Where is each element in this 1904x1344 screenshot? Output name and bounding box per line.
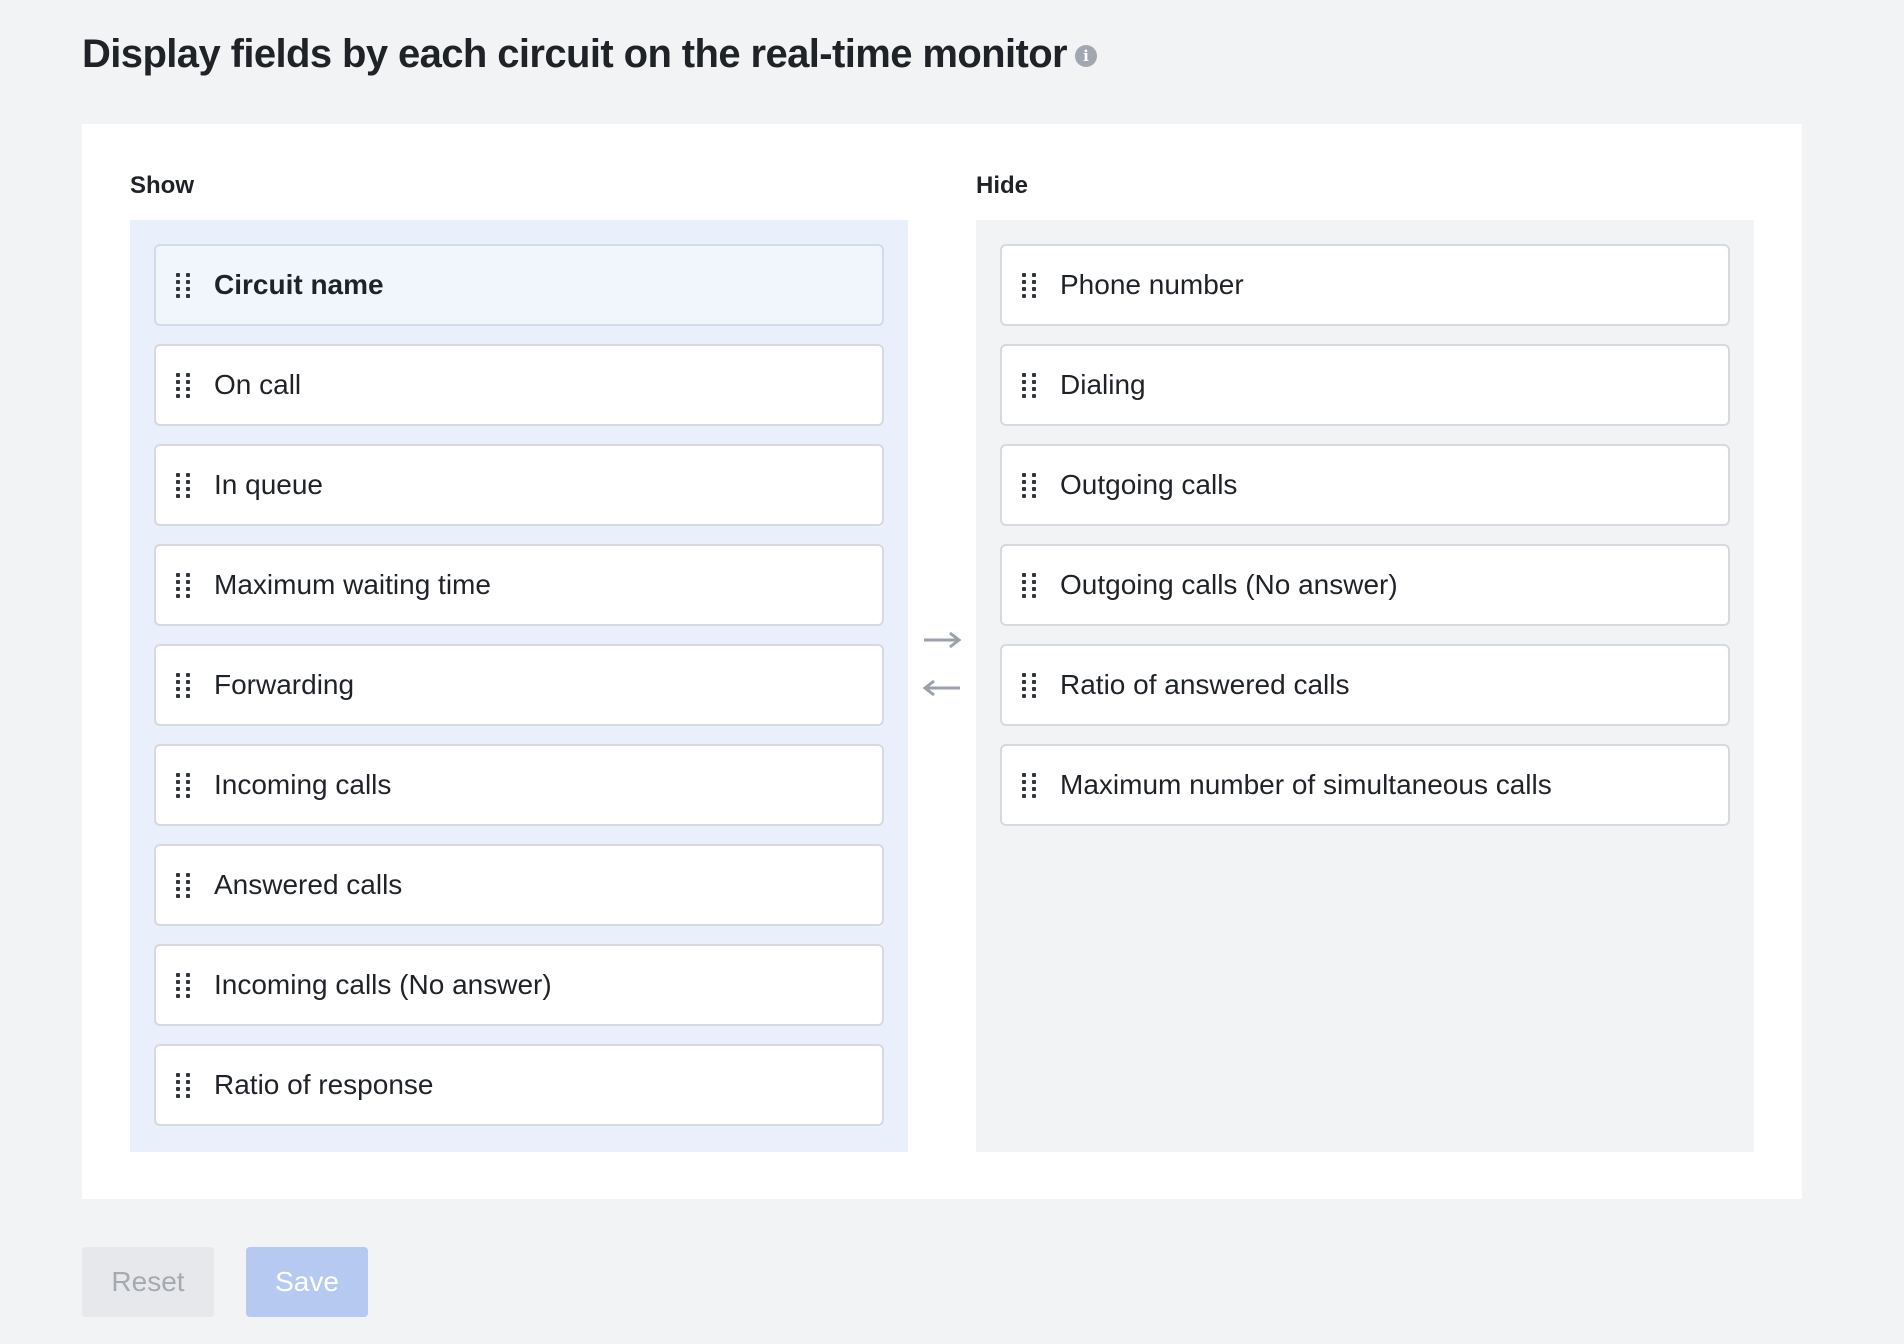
hide-item-dialing[interactable]: Dialing xyxy=(1000,344,1730,426)
field-settings-card: Show Hide Circuit name On call In queue … xyxy=(82,124,1802,1199)
drag-handle-icon[interactable] xyxy=(176,1072,190,1098)
hide-item-maximum-simultaneous-calls[interactable]: Maximum number of simultaneous calls xyxy=(1000,744,1730,826)
hide-item-outgoing-calls[interactable]: Outgoing calls xyxy=(1000,444,1730,526)
drag-handle-icon[interactable] xyxy=(1022,772,1036,798)
show-item-ratio-of-response[interactable]: Ratio of response xyxy=(154,1044,884,1126)
item-label: Outgoing calls (No answer) xyxy=(1060,569,1398,600)
arrow-right-icon xyxy=(924,631,962,649)
item-label: Forwarding xyxy=(214,669,355,700)
item-label: Ratio of answered calls xyxy=(1060,669,1350,700)
item-label: Circuit name xyxy=(214,269,384,300)
save-button[interactable]: Save xyxy=(246,1247,368,1317)
info-icon[interactable]: i xyxy=(1075,45,1098,67)
item-label: Maximum waiting time xyxy=(214,569,491,600)
item-label: Maximum number of simultaneous calls xyxy=(1060,769,1552,800)
arrow-left-icon xyxy=(922,679,960,697)
hide-item-phone-number[interactable]: Phone number xyxy=(1000,244,1730,326)
move-to-hide-button[interactable] xyxy=(920,622,964,658)
drag-handle-icon[interactable] xyxy=(1022,672,1036,698)
show-list[interactable]: Circuit name On call In queue Maximum wa… xyxy=(130,220,908,1152)
item-label: On call xyxy=(214,369,302,400)
item-label: Dialing xyxy=(1060,369,1146,400)
item-label: Phone number xyxy=(1060,269,1244,300)
drag-handle-icon[interactable] xyxy=(1022,572,1036,598)
show-item-maximum-waiting-time[interactable]: Maximum waiting time xyxy=(154,544,884,626)
transfer-controls xyxy=(920,622,964,706)
drag-handle-icon[interactable] xyxy=(1022,372,1036,398)
hide-item-outgoing-calls-no-answer[interactable]: Outgoing calls (No answer) xyxy=(1000,544,1730,626)
page-title: Display fields by each circuit on the re… xyxy=(82,32,1068,76)
show-item-answered-calls[interactable]: Answered calls xyxy=(154,844,884,926)
page: Display fields by each circuit on the re… xyxy=(0,0,1904,1344)
show-item-forwarding[interactable]: Forwarding xyxy=(154,644,884,726)
drag-handle-icon[interactable] xyxy=(176,372,190,398)
drag-handle-icon[interactable] xyxy=(176,872,190,898)
hide-column-label: Hide xyxy=(976,172,1029,199)
hide-list[interactable]: Phone number Dialing Outgoing calls Outg… xyxy=(976,220,1754,1152)
drag-handle-icon[interactable] xyxy=(176,472,190,498)
drag-handle-icon[interactable] xyxy=(176,572,190,598)
item-label: Incoming calls xyxy=(214,769,392,800)
drag-handle-icon[interactable] xyxy=(1022,272,1036,298)
item-label: Incoming calls (No answer) xyxy=(214,969,552,1000)
show-item-incoming-calls[interactable]: Incoming calls xyxy=(154,744,884,826)
show-item-incoming-calls-no-answer[interactable]: Incoming calls (No answer) xyxy=(154,944,884,1026)
reset-button[interactable]: Reset xyxy=(82,1247,214,1317)
item-label: Answered calls xyxy=(214,869,403,900)
drag-handle-icon[interactable] xyxy=(1022,472,1036,498)
drag-handle-icon[interactable] xyxy=(176,772,190,798)
item-label: Ratio of response xyxy=(214,1069,434,1100)
item-label: Outgoing calls xyxy=(1060,469,1238,500)
form-actions: Reset Save xyxy=(82,1247,368,1317)
show-column-label: Show xyxy=(130,172,194,199)
move-to-show-button[interactable] xyxy=(920,670,964,706)
item-label: In queue xyxy=(214,469,323,500)
drag-handle-icon[interactable] xyxy=(176,972,190,998)
show-item-on-call[interactable]: On call xyxy=(154,344,884,426)
hide-item-ratio-of-answered-calls[interactable]: Ratio of answered calls xyxy=(1000,644,1730,726)
title-row: Display fields by each circuit on the re… xyxy=(82,26,1098,82)
show-item-circuit-name[interactable]: Circuit name xyxy=(154,244,884,326)
drag-handle-icon[interactable] xyxy=(176,672,190,698)
show-item-in-queue[interactable]: In queue xyxy=(154,444,884,526)
drag-handle-icon[interactable] xyxy=(176,272,190,298)
